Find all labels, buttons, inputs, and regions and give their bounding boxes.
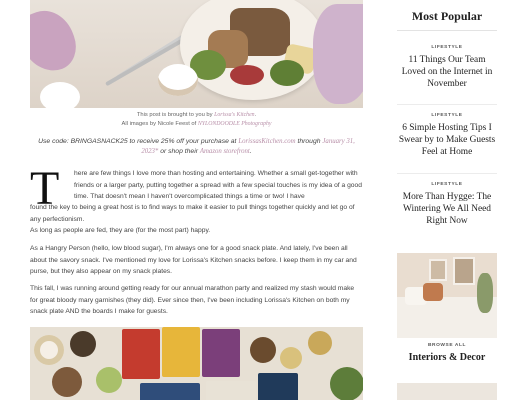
popular-post-2[interactable]: LIFESTYLE 6 Simple Hosting Tips I Swear … [397, 113, 497, 158]
divider [397, 173, 497, 174]
hero-image-snack-spread [30, 0, 363, 108]
post-category-tag[interactable]: LIFESTYLE [397, 45, 497, 50]
snack-products-photo [30, 327, 363, 400]
browse-all-label[interactable]: BROWSE ALL [397, 343, 497, 348]
promo-text: or shop their [158, 147, 200, 155]
interiors-decor-image[interactable] [397, 253, 497, 338]
next-category-image[interactable] [397, 383, 497, 400]
sidebar: Most Popular LIFESTYLE 11 Things Our Tea… [397, 0, 497, 400]
lorissas-kitchen-site-link[interactable]: LorissasKitchen.com [238, 138, 295, 145]
post-title-link[interactable]: 11 Things Our Team Loved on the Internet… [397, 54, 497, 90]
post-title-link[interactable]: More Than Hygge: The Wintering We All Ne… [397, 191, 497, 227]
amazon-storefront-link[interactable]: Amazon storefront [200, 148, 250, 155]
article-paragraph: found the key to being a great host is t… [30, 204, 355, 223]
photographer-link[interactable]: NYLONDOODLE Photography [198, 121, 272, 127]
post-title-link[interactable]: 6 Simple Hosting Tips I Swear by to Make… [397, 122, 497, 158]
lorissas-kitchen-link[interactable]: Lorissa's Kitchen [214, 112, 254, 118]
article-paragraph: As a Hangry Person (hello, low blood sug… [30, 245, 357, 275]
image-caption: This post is brought to you by Lorissa's… [30, 111, 363, 129]
post-category-tag[interactable]: LIFESTYLE [397, 182, 497, 187]
promo-text: . [249, 147, 252, 155]
caption-text: All images by Nicole Feest of [121, 121, 198, 127]
article-column: This post is brought to you by Lorissa's… [30, 0, 363, 400]
article-paragraph: This fall, I was running around getting … [30, 285, 355, 315]
most-popular-heading: Most Popular [411, 9, 483, 23]
caption-text: This post is brought to you by [136, 112, 215, 118]
article-paragraph: As long as people are fed, they are (for… [30, 227, 211, 234]
post-category-tag[interactable]: LIFESTYLE [397, 113, 497, 118]
divider [397, 104, 497, 105]
promo-text: through [295, 138, 323, 145]
popular-post-1[interactable]: LIFESTYLE 11 Things Our Team Loved on th… [397, 45, 497, 90]
interiors-decor-link[interactable]: Interiors & Decor [397, 352, 497, 363]
promo-text: Use code: BRINGASNACK25 to receive 25% o… [38, 138, 239, 145]
promo-code-note: Use code: BRINGASNACK25 to receive 25% o… [30, 137, 363, 156]
popular-post-3[interactable]: LIFESTYLE More Than Hygge: The Wintering… [397, 182, 497, 227]
caption-text: . [254, 112, 257, 118]
divider [397, 30, 497, 31]
article-paragraph: here are few things I love more than hos… [74, 170, 362, 200]
